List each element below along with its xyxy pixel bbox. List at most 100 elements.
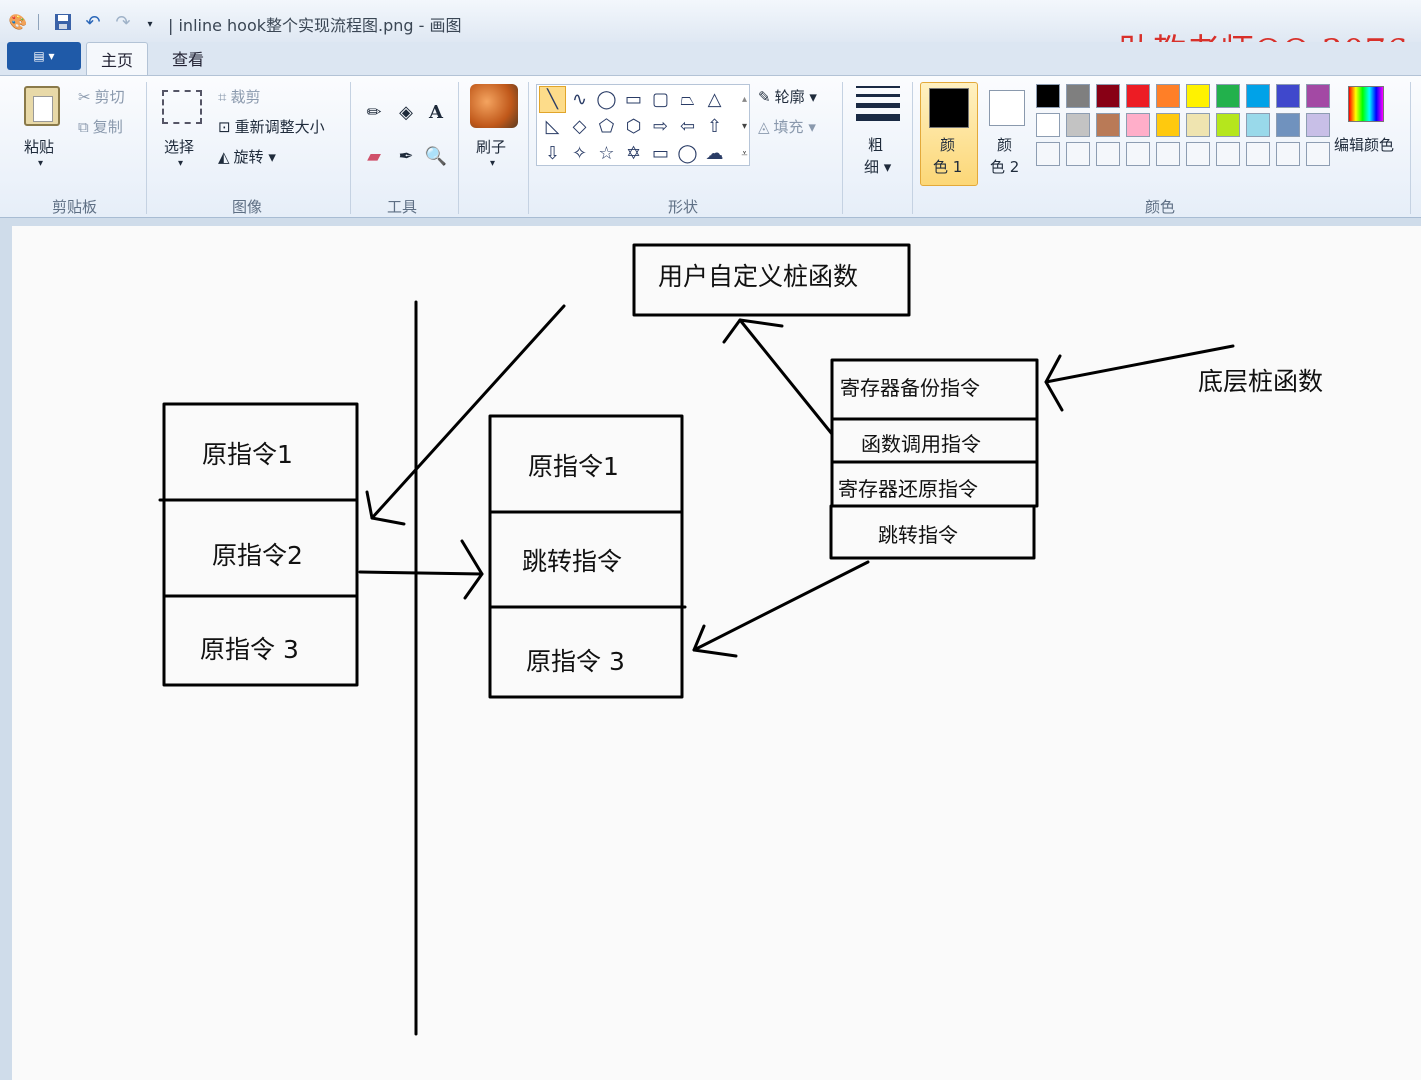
fill-button[interactable]: ◬ 填充 ▾ [758,116,816,137]
text-tool-icon[interactable]: A [420,96,452,128]
color2-label-line2[interactable]: 色 2 [990,156,1019,177]
save-icon[interactable] [53,12,73,32]
paint-app-icon[interactable]: 🎨 [8,12,28,32]
palette-empty-swatch[interactable] [1126,142,1150,166]
color-picker-icon[interactable]: ✒ [390,140,422,172]
eraser-icon[interactable]: ▰ [358,140,390,172]
tab-view[interactable]: 查看 [158,42,218,76]
edit-colors-label[interactable]: 编辑颜色 [1334,134,1394,155]
palette-color-swatch[interactable] [1186,113,1210,137]
callout-rect-shape-icon[interactable]: ▭ [647,140,674,167]
fill-icon: ◬ [758,117,770,136]
palette-color-swatch[interactable] [1036,84,1060,108]
tab-home[interactable]: 主页 [86,42,148,76]
rotate-button[interactable]: ◭ 旋转 ▾ [218,146,276,167]
undo-icon[interactable]: ↶ [83,12,103,33]
palette-color-swatch[interactable] [1126,84,1150,108]
gallery-scroll-up-icon[interactable]: ▴ [731,86,758,113]
palette-empty-swatch[interactable] [1036,142,1060,166]
paste-icon[interactable] [24,86,60,126]
palette-color-swatch[interactable] [1246,84,1270,108]
palette-color-swatch[interactable] [1246,113,1270,137]
line-shape-icon[interactable]: ╲ [539,86,566,113]
palette-empty-swatch[interactable] [1246,142,1270,166]
select-dropdown-icon[interactable]: ▾ [178,158,183,169]
polygon-shape-icon[interactable]: ⏢ [674,86,701,113]
six-point-star-shape-icon[interactable]: ✡ [620,140,647,167]
curve-shape-icon[interactable]: ∿ [566,86,593,113]
palette-color-swatch[interactable] [1306,84,1330,108]
gallery-expand-icon[interactable]: ⩡ [731,140,758,167]
callout-oval-shape-icon[interactable]: ◯ [674,140,701,167]
copy-button[interactable]: ⧉ 复制 [78,116,123,137]
palette-color-swatch[interactable] [1216,113,1240,137]
oval-shape-icon[interactable]: ◯ [593,86,620,113]
palette-color-swatch[interactable] [1276,113,1300,137]
magnifier-icon[interactable]: 🔍 [420,140,452,172]
palette-empty-swatch[interactable] [1276,142,1300,166]
right-arrow-shape-icon[interactable]: ⇨ [647,113,674,140]
scissors-icon: ✂ [78,87,91,106]
drawing-canvas[interactable] [12,226,1421,1080]
fill-bucket-icon[interactable]: ◈ [390,96,422,128]
brush-icon[interactable] [470,84,518,128]
palette-color-swatch[interactable] [1186,84,1210,108]
four-point-star-shape-icon[interactable]: ✧ [566,140,593,167]
palette-empty-swatch[interactable] [1216,142,1240,166]
palette-color-swatch[interactable] [1096,84,1120,108]
file-menu-button[interactable]: ▤ ▾ [7,42,81,70]
palette-color-swatch[interactable] [1126,113,1150,137]
five-point-star-shape-icon[interactable]: ☆ [593,140,620,167]
palette-empty-swatch[interactable] [1156,142,1180,166]
copy-label: 复制 [92,118,123,136]
palette-color-swatch[interactable] [1066,113,1090,137]
brushes-button-label[interactable]: 刷子 [476,136,506,157]
up-arrow-shape-icon[interactable]: ⇧ [701,113,728,140]
left-arrow-shape-icon[interactable]: ⇦ [674,113,701,140]
select-icon[interactable] [162,90,202,124]
line-thickness-icon[interactable] [856,86,900,127]
rectangle-shape-icon[interactable]: ▭ [620,86,647,113]
palette-color-swatch[interactable] [1156,113,1180,137]
redo-icon[interactable]: ↷ [113,12,133,33]
palette-empty-swatch[interactable] [1186,142,1210,166]
palette-color-swatch[interactable] [1156,84,1180,108]
paste-button-label[interactable]: 粘贴 [24,136,54,157]
group-divider [458,82,459,214]
brushes-dropdown-icon[interactable]: ▾ [490,158,495,169]
palette-empty-swatch[interactable] [1306,142,1330,166]
down-arrow-shape-icon[interactable]: ⇩ [539,140,566,167]
size-label-line2[interactable]: 细 ▾ [864,156,891,177]
color2-label-line1[interactable]: 颜 [997,134,1012,155]
palette-empty-swatch[interactable] [1066,142,1090,166]
palette-empty-swatch[interactable] [1096,142,1120,166]
gallery-scroll-down-icon[interactable]: ▾ [731,113,758,140]
callout-cloud-shape-icon[interactable]: ☁ [701,140,728,167]
triangle-shape-icon[interactable]: △ [701,86,728,113]
palette-color-swatch[interactable] [1276,84,1300,108]
cut-button[interactable]: ✂ 剪切 [78,86,125,107]
palette-color-swatch[interactable] [1066,84,1090,108]
palette-color-swatch[interactable] [1096,113,1120,137]
group-divider [350,82,351,214]
rounded-rectangle-shape-icon[interactable]: ▢ [647,86,674,113]
palette-color-swatch[interactable] [1306,113,1330,137]
select-button-label[interactable]: 选择 [164,136,194,157]
size-label-line1[interactable]: 粗 [868,134,883,155]
hexagon-shape-icon[interactable]: ⬡ [620,113,647,140]
edit-colors-icon[interactable] [1348,86,1384,122]
right-triangle-shape-icon[interactable]: ◺ [539,113,566,140]
paste-dropdown-icon[interactable]: ▾ [38,158,43,169]
color1-swatch [929,88,969,128]
crop-button[interactable]: ⌗ 裁剪 [218,86,260,107]
pentagon-shape-icon[interactable]: ⬠ [593,113,620,140]
palette-color-swatch[interactable] [1216,84,1240,108]
outline-button[interactable]: ✎ 轮廓 ▾ [758,86,817,107]
resize-icon: ⊡ [218,117,231,136]
quick-access-dropdown-icon[interactable]: ▾ [140,14,160,34]
pencil-icon[interactable]: ✏ [358,96,390,128]
palette-color-swatch[interactable] [1036,113,1060,137]
color2-swatch[interactable] [989,90,1025,126]
resize-button[interactable]: ⊡ 重新调整大小 [218,116,325,137]
diamond-shape-icon[interactable]: ◇ [566,113,593,140]
